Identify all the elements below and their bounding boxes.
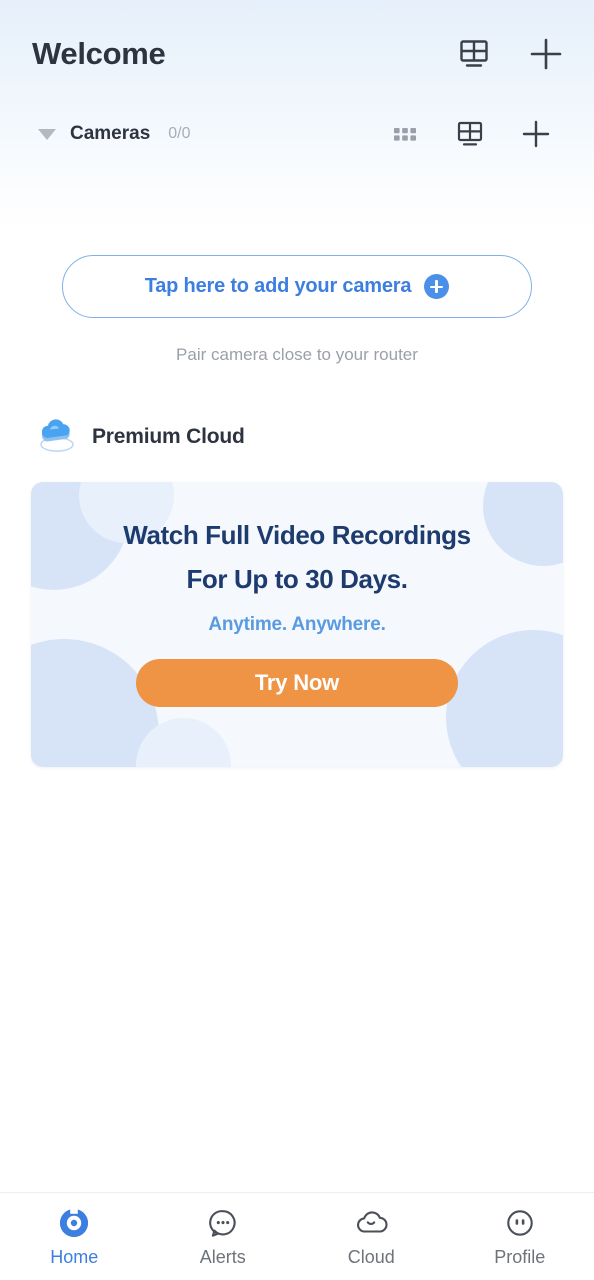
nav-label-alerts: Alerts (199, 1246, 246, 1267)
add-camera-section: Tap here to add your camera Pair camera … (0, 255, 594, 365)
add-camera-label: Tap here to add your camera (144, 275, 412, 297)
dots-grid-icon[interactable] (390, 119, 420, 149)
promo-headline-line-1: Watch Full Video Recordings (123, 520, 471, 550)
try-now-button[interactable]: Try Now (136, 659, 458, 708)
cameras-toggle[interactable]: Cameras 0/0 (38, 123, 191, 145)
promo-headline-line-2: For Up to 30 Days. (186, 563, 408, 594)
header-actions (456, 36, 564, 72)
promo-subtitle: Anytime. Anywhere. (208, 614, 386, 636)
cloud-3d-icon (36, 417, 78, 457)
face-circle-icon (503, 1206, 537, 1240)
page-title: Welcome (32, 36, 166, 71)
premium-cloud-header: Premium Cloud (0, 417, 594, 457)
camera-lens-icon (57, 1206, 91, 1240)
nav-label-profile: Profile (494, 1246, 546, 1267)
nav-item-cloud[interactable]: Cloud (297, 1193, 446, 1280)
plus-icon[interactable] (520, 118, 552, 150)
app-screen: Welcome Cameras 0/0 Tap here to add your… (0, 0, 594, 1280)
app-header: Welcome (0, 0, 594, 108)
premium-cloud-title: Premium Cloud (92, 425, 245, 448)
chat-bubble-icon (206, 1206, 240, 1240)
nav-item-alerts[interactable]: Alerts (149, 1193, 298, 1280)
nav-label-cloud: Cloud (347, 1246, 395, 1267)
promo-content: Watch Full Video Recordings For Up to 30… (31, 482, 563, 767)
pair-hint-text: Pair camera close to your router (176, 345, 418, 364)
bottom-navigation-bar: Home Alerts Cloud Profile (0, 1192, 594, 1280)
cloud-smile-icon (354, 1206, 388, 1240)
plus-circle-icon (424, 274, 450, 299)
nav-item-home[interactable]: Home (0, 1193, 149, 1280)
add-camera-button[interactable]: Tap here to add your camera (62, 255, 532, 318)
cameras-section-header: Cameras 0/0 (0, 108, 594, 160)
grid-view-icon[interactable] (456, 36, 492, 72)
plus-icon[interactable] (528, 36, 564, 72)
nav-label-home: Home (50, 1246, 99, 1267)
cameras-actions (390, 118, 552, 150)
premium-cloud-promo-card[interactable]: Watch Full Video Recordings For Up to 30… (31, 482, 563, 767)
cameras-count: 0/0 (168, 125, 191, 142)
grid-view-icon[interactable] (454, 118, 486, 150)
caret-down-icon[interactable] (38, 128, 56, 140)
cameras-label: Cameras (70, 123, 151, 144)
nav-item-profile[interactable]: Profile (446, 1193, 594, 1280)
